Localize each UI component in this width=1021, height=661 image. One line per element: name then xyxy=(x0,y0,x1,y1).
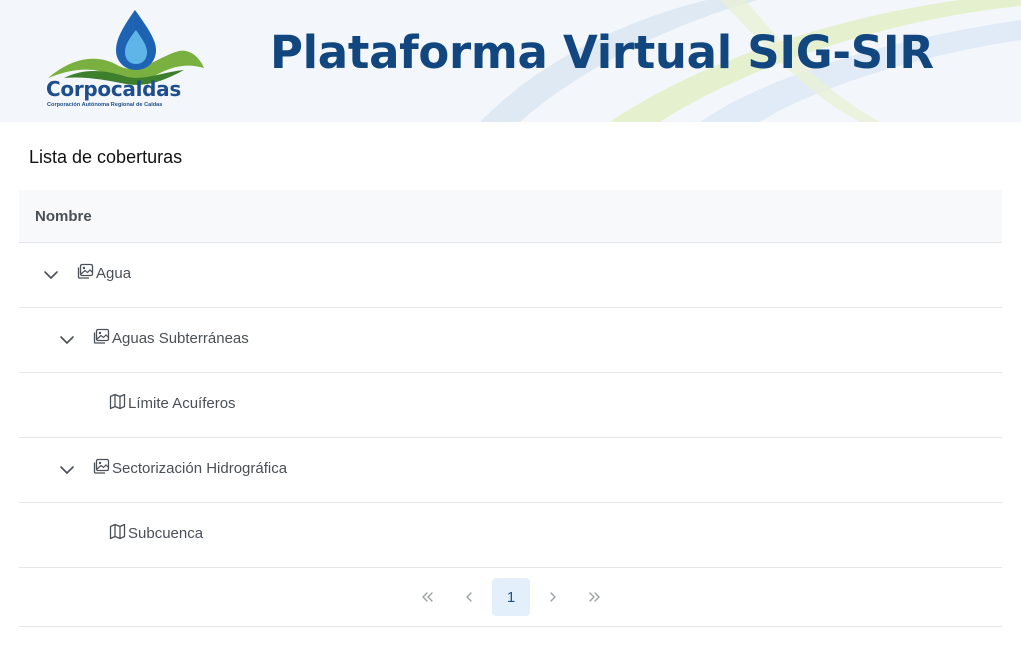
next-page-button[interactable] xyxy=(534,578,572,616)
map-icon xyxy=(109,523,126,540)
chevron-left-icon xyxy=(466,592,472,602)
row-label: Aguas Subterráneas xyxy=(112,330,249,347)
coverage-table: Nombre Agua Aguas Subterráneas Límite Ac… xyxy=(19,190,1002,568)
logo-name: Corpocaldas xyxy=(46,77,181,101)
double-chevron-right-icon xyxy=(589,592,600,602)
chevron-right-icon xyxy=(550,592,556,602)
row-label: Sectorización Hidrográfica xyxy=(112,460,288,477)
chevron-down-icon[interactable] xyxy=(41,265,61,285)
image-icon xyxy=(93,458,110,474)
row-label: Límite Acuíferos xyxy=(128,395,236,412)
map-icon xyxy=(109,393,126,410)
table-row[interactable]: Subcuenca xyxy=(19,503,1002,568)
table-row[interactable]: Agua xyxy=(19,243,1002,308)
logo-subtitle: Corporación Autónoma Regional de Caldas xyxy=(47,102,163,108)
table-row[interactable]: Límite Acuíferos xyxy=(19,373,1002,438)
chevron-down-icon[interactable] xyxy=(57,330,77,350)
first-page-button[interactable] xyxy=(408,578,446,616)
double-chevron-left-icon xyxy=(422,592,433,602)
table-row[interactable]: Aguas Subterráneas xyxy=(19,308,1002,373)
image-icon xyxy=(93,328,110,344)
chevron-down-icon[interactable] xyxy=(57,460,77,480)
image-icon xyxy=(77,263,94,279)
page-button-current[interactable]: 1 xyxy=(492,578,530,616)
site-header: Corpocaldas Corporación Autónoma Regiona… xyxy=(0,0,1021,122)
row-label: Subcuenca xyxy=(128,525,204,542)
pagination: 1 xyxy=(19,567,1002,627)
row-label: Agua xyxy=(96,265,132,282)
previous-page-button[interactable] xyxy=(450,578,488,616)
last-page-button[interactable] xyxy=(576,578,614,616)
column-header-name[interactable]: Nombre xyxy=(19,190,1002,243)
table-row[interactable]: Sectorización Hidrográfica xyxy=(19,438,1002,503)
list-title: Lista de coberturas xyxy=(29,147,183,167)
page-title: Plataforma Virtual SIG-SIR xyxy=(270,26,934,79)
